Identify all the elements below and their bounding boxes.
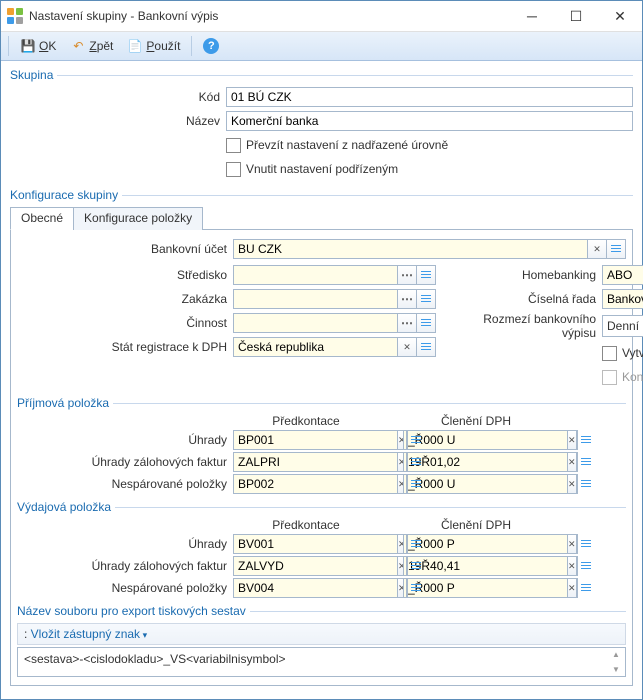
homebanking-input[interactable] [602,265,643,285]
tabs: Obecné Konfigurace položky [10,206,633,230]
maximize-button[interactable]: ☐ [554,1,598,31]
close-button[interactable]: ✕ [598,1,642,31]
uhrady-dph-input[interactable] [403,534,568,554]
header-cleneni-dph: Členění DPH [397,518,555,532]
cinnost-label: Činnost [17,316,233,330]
zalohy-label: Úhrady zálohových faktur [17,559,233,573]
toolbar: 💾OOKK ↶Zpět 📄Použít ? [1,32,642,61]
browse-button[interactable] [397,313,417,333]
lookup-button[interactable] [406,556,408,576]
help-icon: ? [203,38,219,54]
zakazka-input[interactable] [233,289,398,309]
tab-obecne[interactable]: Obecné [10,207,74,230]
nesparovane-pk-input[interactable] [233,578,398,598]
clear-button[interactable] [587,239,607,259]
stredisko-label: Středisko [17,268,233,282]
back-button[interactable]: ↶Zpět [64,35,119,57]
group-skupina: Skupina Kód Název Převzít nastavení z na… [9,65,634,183]
zalohy-dph-input[interactable] [403,556,568,576]
zalohy-label: Úhrady zálohových faktur [17,455,233,469]
export-expression-input[interactable]: <sestava>-<cislodokladu>_VS<variabilnisy… [17,647,626,677]
lookup-button[interactable] [576,556,578,576]
group-title: Název souboru pro export tiskových sesta… [17,604,250,618]
bankovni-ucet-input[interactable] [233,239,588,259]
kod-label: Kód [10,90,226,104]
homebanking-label: Homebanking [446,268,602,282]
kod-input[interactable] [226,87,633,107]
undo-icon: ↶ [70,38,86,54]
header-predkontace: Předkontace [227,414,385,428]
lookup-button[interactable] [416,337,436,357]
group-konfigurace: Konfigurace skupiny Obecné Konfigurace p… [9,185,634,687]
zalohy-pk-input[interactable] [233,556,398,576]
rozmezi-label: Rozmezí bankovního výpisu [446,312,602,340]
zalohy-pk-input[interactable] [233,452,398,472]
insert-placeholder-bar: : Vložit zástupný znak [17,623,626,645]
uhrady-label: Úhrady [17,537,233,551]
lookup-button[interactable] [576,452,578,472]
group-title: Příjmová položka [17,396,113,410]
cinnost-input[interactable] [233,313,398,333]
nesparovane-dph-input[interactable] [403,474,568,494]
lookup-button[interactable] [416,265,436,285]
help-button[interactable]: ? [197,35,225,57]
lookup-button[interactable] [406,534,408,554]
bankovni-ucet-label: Bankovní účet [17,242,233,256]
apply-button[interactable]: 📄Použít [121,35,186,57]
window-title: Nastavení skupiny - Bankovní výpis [29,9,510,23]
save-icon: 💾 [20,38,36,54]
tab-konfigurace-polozky[interactable]: Konfigurace položky [73,207,203,230]
scroll-spinner[interactable]: ▲▼ [609,650,623,674]
koncepty-bez-cisla-checkbox: Koncepty bez čísla [602,370,643,385]
header-predkontace: Předkontace [227,518,385,532]
ciselna-rada-input[interactable] [602,289,643,309]
inherit-checkbox[interactable]: Převzít nastavení z nadřazené úrovně [226,138,448,153]
zakazka-label: Zakázka [17,292,233,306]
uhrady-label: Úhrady [17,433,233,447]
lookup-button[interactable] [406,430,408,450]
lookup-button[interactable] [576,474,578,494]
minimize-button[interactable]: ─ [510,1,554,31]
uhrady-pk-input[interactable] [233,534,398,554]
stat-label: Stát registrace k DPH [17,340,233,354]
ok-button[interactable]: 💾OOKK [14,35,62,57]
force-checkbox[interactable]: Vnutit nastavení podřízeným [226,162,398,177]
group-title: Skupina [10,68,57,82]
titlebar: Nastavení skupiny - Bankovní výpis ─ ☐ ✕ [1,1,642,32]
lookup-button[interactable] [416,313,436,333]
nesparovane-dph-input[interactable] [403,578,568,598]
group-title: Konfigurace skupiny [10,188,122,202]
rozmezi-select[interactable]: Denní [602,315,643,337]
nesparovane-label: Nespárované položky [17,477,233,491]
lookup-button[interactable] [406,474,408,494]
vytvaret-koncepty-checkbox[interactable]: Vytvářet koncepty [602,346,643,361]
uhrady-pk-input[interactable] [233,430,398,450]
nesparovane-label: Nespárované položky [17,581,233,595]
browse-button[interactable] [397,289,417,309]
nesparovane-pk-input[interactable] [233,474,398,494]
window: Nastavení skupiny - Bankovní výpis ─ ☐ ✕… [0,0,643,700]
lookup-button[interactable] [576,534,578,554]
clear-button[interactable] [397,337,417,357]
lookup-button[interactable] [606,239,626,259]
nazev-label: Název [10,114,226,128]
tab-pane: Bankovní účet Středisko Zakázka Činnost … [10,230,633,686]
browse-button[interactable] [397,265,417,285]
app-icon [7,8,23,24]
apply-icon: 📄 [127,38,143,54]
uhrady-dph-input[interactable] [403,430,568,450]
lookup-button[interactable] [576,578,578,598]
lookup-button[interactable] [406,578,408,598]
group-title: Výdajová položka [17,500,115,514]
stredisko-input[interactable] [233,265,398,285]
lookup-button[interactable] [406,452,408,472]
nazev-input[interactable] [226,111,633,131]
stat-input[interactable] [233,337,398,357]
header-cleneni-dph: Členění DPH [397,414,555,428]
ciselna-rada-label: Číselná řada [446,292,602,306]
insert-placeholder-link[interactable]: Vložit zástupný znak [31,627,147,641]
lookup-button[interactable] [416,289,436,309]
lookup-button[interactable] [576,430,578,450]
zalohy-dph-input[interactable] [403,452,568,472]
